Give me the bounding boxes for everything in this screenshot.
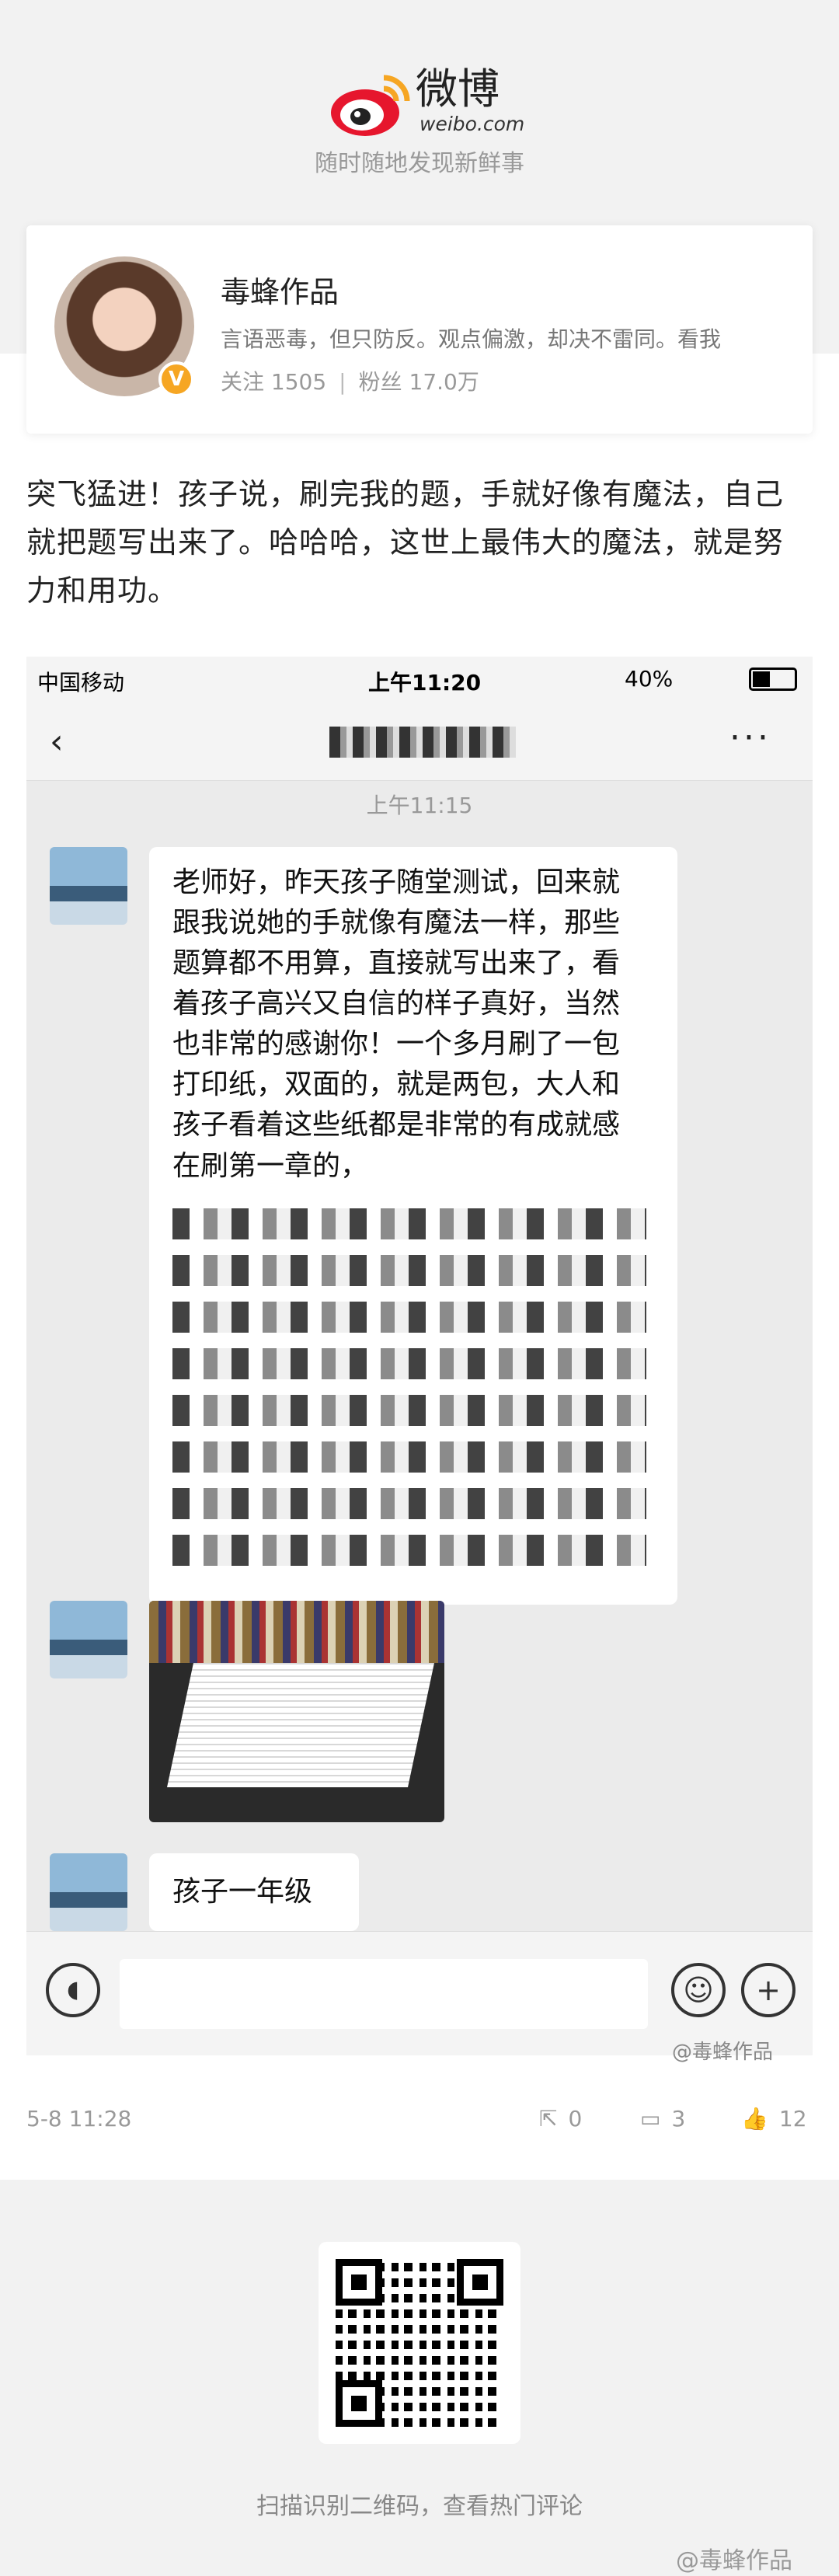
profile-name[interactable]: 毒蜂作品: [221, 268, 339, 311]
qr-code[interactable]: [319, 2242, 520, 2444]
message-text-partial: 在刷第一章的，: [172, 1150, 369, 1182]
message-text: 老师好，昨天孩子随堂测试，回来就跟我说她的手就像有魔法一样，那些题算都不用算，直…: [172, 866, 621, 1141]
logo-text: 微博: [416, 64, 500, 113]
qr-hint: 扫描识别二维码，查看热门评论: [256, 2493, 583, 2520]
battery-percent: 40%: [625, 666, 674, 692]
blurred-contact-name: [329, 727, 516, 758]
like-count: 12: [778, 2106, 807, 2132]
like-button[interactable]: 👍 12: [741, 2106, 807, 2132]
status-time: 上午11:20: [368, 670, 482, 695]
screenshot-watermark: @毒蜂作品: [672, 2041, 774, 2064]
phone-status-bar: 中国移动 上午11:20 40%: [26, 657, 813, 703]
weibo-eye-icon: [331, 75, 410, 136]
profile-stats: 关注 1505 | 粉丝 17.0万: [221, 365, 479, 396]
voice-icon: ◖: [46, 1963, 100, 2017]
follow-count: 关注 1505: [221, 369, 327, 395]
more-icon: ···: [729, 718, 771, 758]
repost-count: 0: [568, 2106, 583, 2132]
qr-finder-top-right: [457, 2259, 503, 2306]
message-bubble: 老师好，昨天孩子随堂测试，回来就跟我说她的手就像有魔法一样，那些题算都不用算，直…: [149, 847, 677, 1605]
chat-screenshot-image: 中国移动 上午11:20 40% ‹ ··· 上午11:15 老师好，昨天孩子随…: [26, 657, 813, 2055]
like-icon: 👍: [741, 2106, 768, 2132]
bookshelf: [149, 1601, 444, 1663]
comment-button[interactable]: ▭ 3: [640, 2106, 685, 2132]
battery-icon: [749, 668, 797, 691]
profile-bio: 言语恶毒，但只防反。观点偏激，却决不雷同。看我: [221, 326, 722, 352]
carrier-label: 中国移动: [37, 670, 125, 695]
repost-icon: ⇱: [539, 2106, 558, 2132]
verified-badge-icon: V: [158, 361, 194, 397]
comment-icon: ▭: [640, 2106, 661, 2132]
profile-card[interactable]: V 毒蜂作品 言语恶毒，但只防反。观点偏激，却决不雷同。看我 关注 1505 | 粉…: [26, 225, 813, 434]
message-text: 孩子一年级: [172, 1876, 313, 1908]
pixelated-redaction: [172, 1201, 646, 1581]
paper-stack: [166, 1663, 435, 1787]
chat-timestamp: 上午11:15: [366, 793, 473, 818]
chat-header: ‹ ···: [26, 703, 813, 781]
post-date: 5-8 11:28: [26, 2106, 132, 2132]
chat-avatar: [50, 847, 127, 925]
comment-count: 3: [671, 2106, 686, 2132]
repost-button[interactable]: ⇱ 0: [539, 2106, 582, 2132]
emoji-icon: ☺: [671, 1963, 726, 2017]
plus-icon: +: [741, 1963, 795, 2017]
post-meta: 5-8 11:28 ⇱ 0 ▭ 3 👍 12: [26, 2098, 813, 2137]
post-text: 突飞猛进！孩子说，刷完我的题，手就好像有魔法，自己就把题写出来了。哈哈哈，这世上…: [26, 477, 785, 608]
paper-stack-photo: [149, 1601, 444, 1822]
chat-input-field: [120, 1959, 648, 2029]
fans-count: 粉丝 17.0万: [358, 369, 479, 395]
logo-subtext: weibo.com: [420, 113, 525, 135]
weibo-header: 微博 weibo.com 随时随地发现新鲜事: [0, 0, 839, 225]
footer-watermark: @毒蜂作品: [676, 2547, 792, 2574]
footer: 扫描识别二维码，查看热门评论: [0, 2180, 839, 2576]
qr-finder-top-left: [336, 2259, 382, 2306]
chat-avatar: [50, 1601, 127, 1678]
chat-avatar: [50, 1853, 127, 1931]
weibo-logo: 微博 weibo.com: [326, 62, 528, 140]
back-icon: ‹: [50, 722, 64, 762]
slogan: 随时随地发现新鲜事: [315, 150, 524, 177]
qr-finder-bottom-left: [336, 2380, 382, 2427]
message-bubble: 孩子一年级: [149, 1853, 359, 1931]
stats-divider: |: [339, 369, 346, 395]
